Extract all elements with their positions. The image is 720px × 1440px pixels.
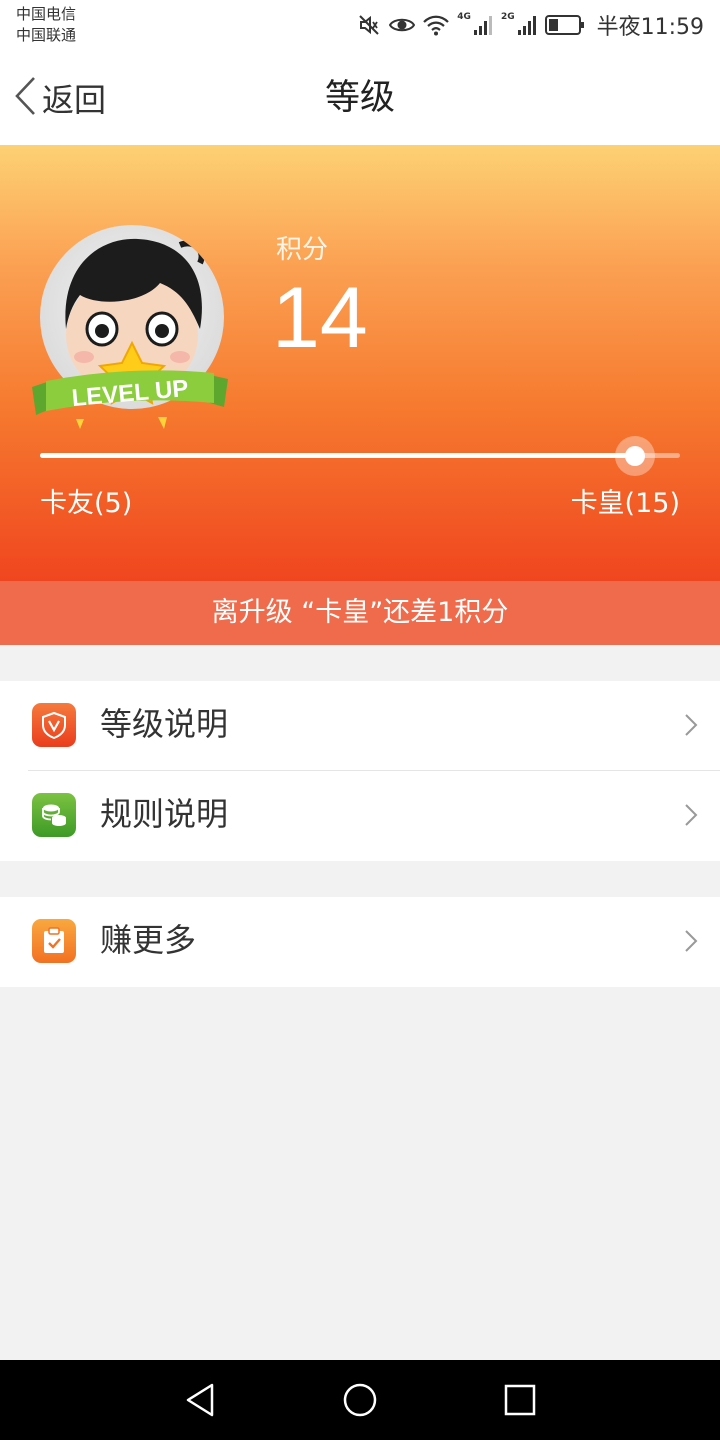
current-level-label: 卡友(5)	[40, 488, 133, 519]
progress-knob	[615, 436, 656, 476]
network-2-label: 2G	[500, 12, 515, 22]
menu-item-earn-more[interactable]: 赚更多	[0, 897, 720, 987]
eye-icon	[389, 13, 416, 37]
menu-item-label: 规则说明	[100, 795, 229, 833]
progress-fill	[40, 453, 636, 458]
level-card: LEVEL UP 积分 14 卡友(5) 卡皇(15)	[0, 145, 720, 581]
status-icons: 4G 2G 半夜11:59	[357, 0, 704, 50]
app-header: 返回 等级	[0, 50, 720, 145]
page-title: 等级	[324, 78, 395, 118]
level-up-ribbon: LEVEL UP	[32, 370, 228, 429]
points-label: 积分	[276, 235, 329, 265]
menu-item-level-description[interactable]: 等级说明	[0, 681, 720, 771]
battery-icon	[544, 14, 585, 36]
status-bar: 中国电信 中国联通 4G 2G 半夜11:59	[0, 0, 720, 50]
signal-icon-2	[517, 14, 537, 36]
clipboard-check-icon	[32, 919, 76, 963]
mute-icon	[357, 13, 381, 37]
menu-group-1: 等级说明 规则说明	[0, 681, 720, 861]
level-screen: 中国电信 中国联通 4G 2G 半夜11:59 返回 等级 LEVEL UP 积…	[0, 0, 720, 1440]
recents-square-icon[interactable]	[500, 1380, 540, 1420]
level-progress-bar	[40, 436, 680, 476]
back-triangle-icon[interactable]	[180, 1380, 220, 1420]
network-1-label: 4G	[457, 12, 471, 22]
signal-icon	[473, 14, 493, 36]
menu-item-label: 等级说明	[100, 705, 229, 743]
wifi-icon	[423, 14, 450, 36]
points-value: 14	[272, 270, 368, 366]
carrier-2: 中国联通	[16, 26, 77, 44]
shield-v-icon	[32, 703, 76, 747]
system-nav-bar	[0, 1360, 720, 1440]
menu-item-label: 赚更多	[100, 921, 197, 959]
avatar: LEVEL UP	[30, 217, 230, 447]
home-circle-icon[interactable]	[340, 1380, 380, 1420]
next-level-label: 卡皇(15)	[570, 488, 680, 519]
menu-group-2: 赚更多	[0, 897, 720, 987]
chevron-right-icon	[684, 929, 698, 957]
menu-item-rules-description[interactable]: 规则说明	[0, 771, 720, 861]
chevron-right-icon	[684, 713, 698, 741]
coins-icon	[32, 793, 76, 837]
carrier-info: 中国电信 中国联通	[16, 4, 76, 46]
carrier-1: 中国电信	[16, 5, 77, 23]
upgrade-notice: 离升级 “卡皇”还差1积分	[0, 581, 720, 645]
clock: 半夜11:59	[596, 15, 704, 40]
chevron-right-icon	[684, 803, 698, 831]
